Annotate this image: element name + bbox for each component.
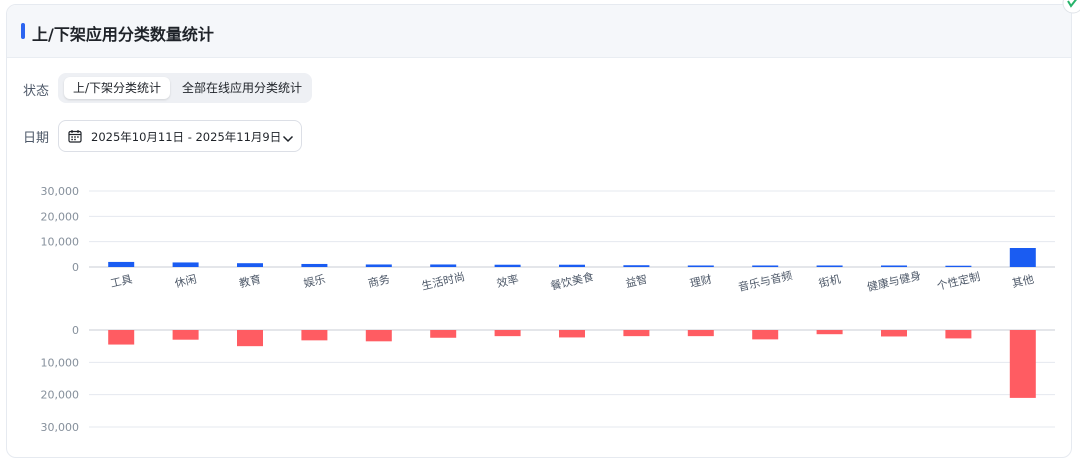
- listed-bar[interactable]: [559, 264, 585, 267]
- listed-bar[interactable]: [172, 262, 199, 267]
- removed-bar[interactable]: [623, 330, 650, 337]
- listed-bar[interactable]: [752, 265, 779, 267]
- removed-bar[interactable]: [1009, 330, 1036, 398]
- listed-bar[interactable]: [430, 264, 457, 267]
- close-icon[interactable]: [1062, 0, 1080, 14]
- removed-bar[interactable]: [172, 330, 199, 340]
- removed-bar[interactable]: [108, 330, 135, 345]
- listed-bar[interactable]: [365, 264, 392, 267]
- listed-bar[interactable]: [881, 265, 907, 267]
- removed-bar[interactable]: [687, 330, 714, 337]
- listed-bar[interactable]: [623, 265, 650, 267]
- x-tick-label: 娱乐: [302, 272, 327, 291]
- listed-bar[interactable]: [301, 263, 328, 267]
- removed-bar[interactable]: [881, 330, 907, 337]
- removed-bar[interactable]: [945, 330, 972, 339]
- y-tick-label: 0: [72, 261, 79, 274]
- x-tick-label: 生活时尚: [420, 269, 466, 293]
- removed-bar[interactable]: [237, 330, 263, 347]
- x-tick-label: 商务: [367, 272, 392, 291]
- listed-bar[interactable]: [687, 265, 714, 267]
- removed-bar[interactable]: [365, 330, 392, 342]
- x-tick-label: 餐饮美食: [549, 269, 595, 293]
- listed-bars-panel: 0 10,000 20,000 30,000 工具 休闲 教育 娱乐 商务 生活时尚 效率 餐饮美食 益…: [41, 185, 1055, 294]
- removed-bar[interactable]: [430, 330, 457, 338]
- x-tick-label: 休闲: [173, 272, 198, 291]
- y-tick-label: 20,000: [41, 210, 80, 223]
- y-tick-label: 30,000: [41, 421, 80, 434]
- removed-bar[interactable]: [559, 330, 585, 338]
- x-tick-label: 健康与健身: [866, 268, 923, 294]
- listed-bar[interactable]: [945, 265, 972, 267]
- x-tick-label: 街机: [817, 272, 842, 291]
- x-tick-label: 其他: [1011, 273, 1035, 291]
- y-tick-label: 10,000: [41, 236, 80, 249]
- x-tick-label: 效率: [495, 272, 520, 291]
- removed-bars-panel: 0 10,000 20,000 30,000: [41, 324, 1055, 434]
- x-tick-label: 理财: [689, 272, 714, 291]
- listed-bar[interactable]: [816, 265, 843, 267]
- x-tick-label: 音乐与音频: [737, 268, 794, 294]
- listed-bar[interactable]: [237, 263, 263, 267]
- y-tick-label: 0: [72, 324, 79, 337]
- x-tick-label: 教育: [238, 272, 263, 291]
- removed-bar[interactable]: [816, 330, 843, 335]
- stats-card: 上/下架应用分类数量统计 状态 上/下架分类统计 全部在线应用分类统计 日期 2…: [6, 4, 1072, 458]
- y-tick-label: 30,000: [41, 185, 80, 198]
- x-tick-label: 工具: [109, 273, 133, 291]
- y-tick-label: 10,000: [41, 356, 80, 369]
- listed-bar[interactable]: [494, 264, 521, 267]
- listed-bar[interactable]: [1009, 248, 1036, 267]
- removed-bar[interactable]: [494, 330, 521, 337]
- y-tick-label: 20,000: [41, 389, 80, 402]
- removed-bar[interactable]: [752, 330, 779, 340]
- x-tick-label: 个性定制: [935, 269, 981, 293]
- removed-bar[interactable]: [301, 330, 328, 341]
- category-bar-chart: 0 10,000 20,000 30,000 工具 休闲 教育 娱乐 商务 生活时尚 效率 餐饮美食 益…: [41, 185, 1055, 434]
- x-tick-label: 益智: [624, 272, 649, 291]
- listed-bar[interactable]: [108, 261, 135, 267]
